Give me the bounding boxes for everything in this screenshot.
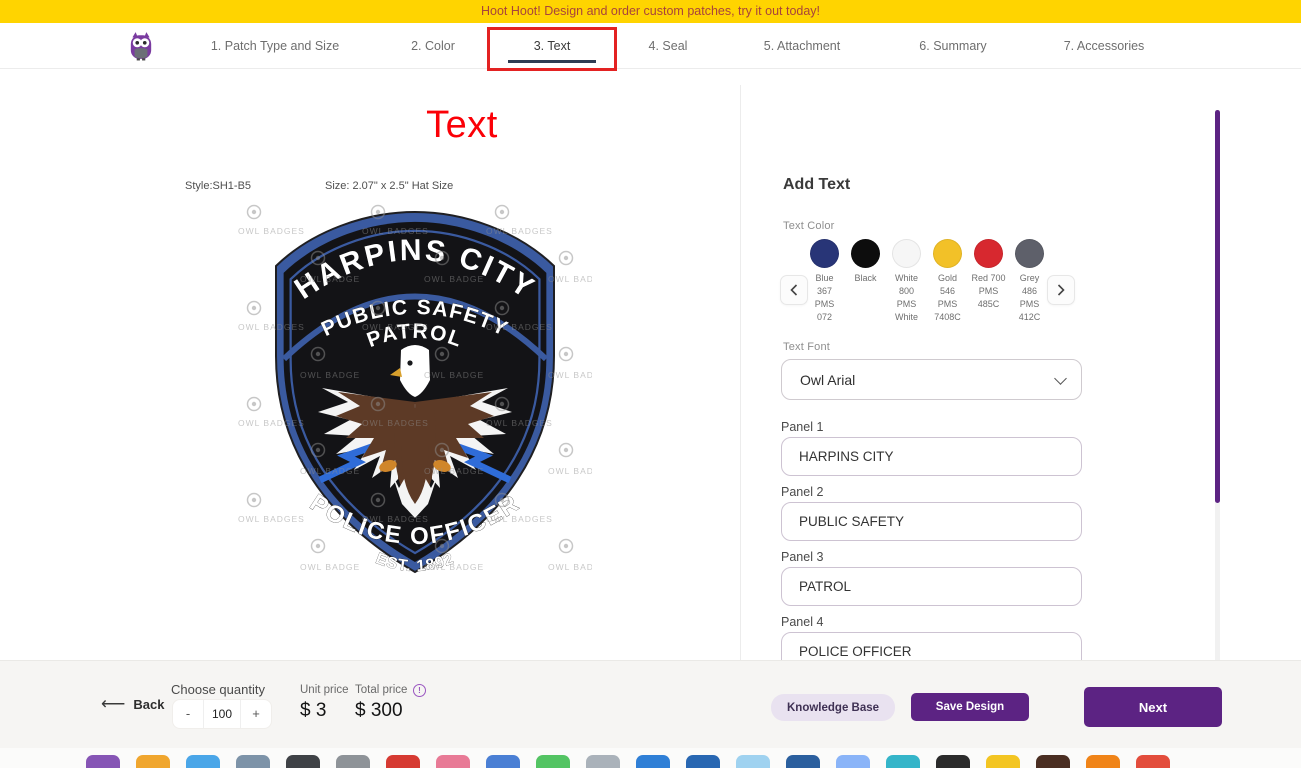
page-title: Text [426, 104, 498, 146]
dock-app-icon[interactable] [586, 755, 620, 768]
dock-app-icon[interactable] [736, 755, 770, 768]
panel3-input[interactable] [781, 567, 1082, 606]
color-swatch-white[interactable]: White 800 PMS White [886, 239, 927, 324]
color-swatch-grey[interactable]: Grey 486 PMS 412C [1009, 239, 1050, 324]
color-dot[interactable] [974, 239, 1003, 268]
dock-app-icon[interactable] [1086, 755, 1120, 768]
text-font-select[interactable]: Owl Arial [781, 359, 1082, 400]
nav-step-seal[interactable]: 4. Seal [649, 39, 688, 53]
quantity-input[interactable] [203, 700, 241, 728]
color-swatch-label: Red 700 PMS 485C [971, 273, 1006, 309]
nav-step-accessories[interactable]: 7. Accessories [1064, 39, 1145, 53]
color-swatch-label: White 800 PMS White [894, 273, 918, 322]
dock-app-icon[interactable] [236, 755, 270, 768]
dock-app-icon[interactable] [786, 755, 820, 768]
total-price-value: $ 300 [355, 700, 403, 721]
save-design-button[interactable]: Save Design [911, 693, 1029, 721]
choose-quantity-label: Choose quantity [171, 682, 265, 697]
color-swatch-red[interactable]: Red 700 PMS 485C [968, 239, 1009, 324]
dock-app-icon[interactable] [486, 755, 520, 768]
dock-app-icon[interactable] [936, 755, 970, 768]
panel3-label: Panel 3 [781, 550, 824, 564]
text-color-swatches: Blue 367 PMS 072 Black White 800 PMS Whi… [804, 239, 1050, 324]
panel2-input[interactable] [781, 502, 1082, 541]
step-nav: 1. Patch Type and Size 2. Color 3. Text … [0, 23, 1301, 71]
color-swatch-blue[interactable]: Blue 367 PMS 072 [804, 239, 845, 324]
chevron-left-icon [790, 284, 798, 296]
panel4-label: Panel 4 [781, 615, 824, 629]
dock-strip [0, 748, 1301, 768]
quantity-stepper: - + [172, 699, 272, 729]
total-price-label: Total price [355, 684, 408, 696]
nav-step-summary[interactable]: 6. Summary [919, 39, 986, 53]
color-swatch-black[interactable]: Black [845, 239, 886, 324]
patch-designer-app: Hoot Hoot! Design and order custom patch… [0, 0, 1301, 768]
nav-step-color[interactable]: 2. Color [411, 39, 455, 53]
price-info-icon[interactable]: ! [413, 684, 426, 697]
dock-app-icon[interactable] [986, 755, 1020, 768]
color-swatch-label: Black [854, 273, 877, 283]
dock-app-icon[interactable] [836, 755, 870, 768]
quantity-increase-button[interactable]: + [241, 700, 271, 728]
knowledge-base-button[interactable]: Knowledge Base [771, 694, 896, 721]
color-dot[interactable] [810, 239, 839, 268]
chevron-right-icon [1057, 284, 1065, 296]
color-dot[interactable] [1015, 239, 1044, 268]
color-dot[interactable] [851, 239, 880, 268]
patch-preview: HARPINS CITY PUBLIC SAFETY PATROL POLICE… [275, 210, 555, 575]
dock-app-icon[interactable] [1136, 755, 1170, 768]
panel1-input[interactable] [781, 437, 1082, 476]
panel-divider [740, 85, 741, 660]
back-arrow-icon: ⟵ [101, 694, 126, 713]
dock-app-icon[interactable] [436, 755, 470, 768]
dock-app-icon[interactable] [386, 755, 420, 768]
size-label: Size: 2.07" x 2.5" Hat Size [325, 180, 454, 192]
dock [86, 755, 1170, 768]
promo-banner: Hoot Hoot! Design and order custom patch… [0, 0, 1301, 23]
text-color-label: Text Color [783, 220, 835, 232]
dock-app-icon[interactable] [636, 755, 670, 768]
nav-step-attachment[interactable]: 5. Attachment [764, 39, 840, 53]
active-step-highlight [487, 27, 617, 71]
color-next-button[interactable] [1047, 275, 1075, 305]
back-button[interactable]: ⟵ Back [101, 694, 164, 714]
color-swatch-gold[interactable]: Gold 546 PMS 7408C [927, 239, 968, 324]
dock-app-icon[interactable] [686, 755, 720, 768]
dock-app-icon[interactable] [336, 755, 370, 768]
style-label: Style:SH1-B5 [185, 180, 252, 192]
dock-app-icon[interactable] [86, 755, 120, 768]
back-label: Back [133, 696, 165, 712]
color-swatch-label: Blue 367 PMS 072 [814, 273, 835, 322]
next-button[interactable]: Next [1084, 687, 1222, 727]
dock-app-icon[interactable] [186, 755, 220, 768]
color-swatch-label: Grey 486 PMS 412C [1018, 273, 1041, 322]
active-step-underline [508, 60, 596, 63]
quantity-decrease-button[interactable]: - [173, 700, 203, 728]
add-text-heading: Add Text [783, 176, 851, 193]
dock-app-icon[interactable] [136, 755, 170, 768]
dock-app-icon[interactable] [1036, 755, 1070, 768]
text-font-label: Text Font [783, 341, 831, 353]
text-font-value: Owl Arial [800, 371, 856, 388]
dock-app-icon[interactable] [286, 755, 320, 768]
nav-step-patch-type[interactable]: 1. Patch Type and Size [211, 39, 339, 53]
chevron-down-icon [1054, 372, 1067, 385]
color-dot[interactable] [933, 239, 962, 268]
scrollbar-thumb[interactable] [1215, 110, 1220, 503]
unit-price-label: Unit price [300, 684, 349, 696]
panel1-label: Panel 1 [781, 420, 824, 434]
owl-logo-icon[interactable] [128, 31, 154, 61]
panel2-label: Panel 2 [781, 485, 824, 499]
color-swatch-label: Gold 546 PMS 7408C [934, 273, 961, 322]
dock-app-icon[interactable] [886, 755, 920, 768]
unit-price-value: $ 3 [300, 700, 327, 721]
color-dot[interactable] [892, 239, 921, 268]
dock-app-icon[interactable] [536, 755, 570, 768]
